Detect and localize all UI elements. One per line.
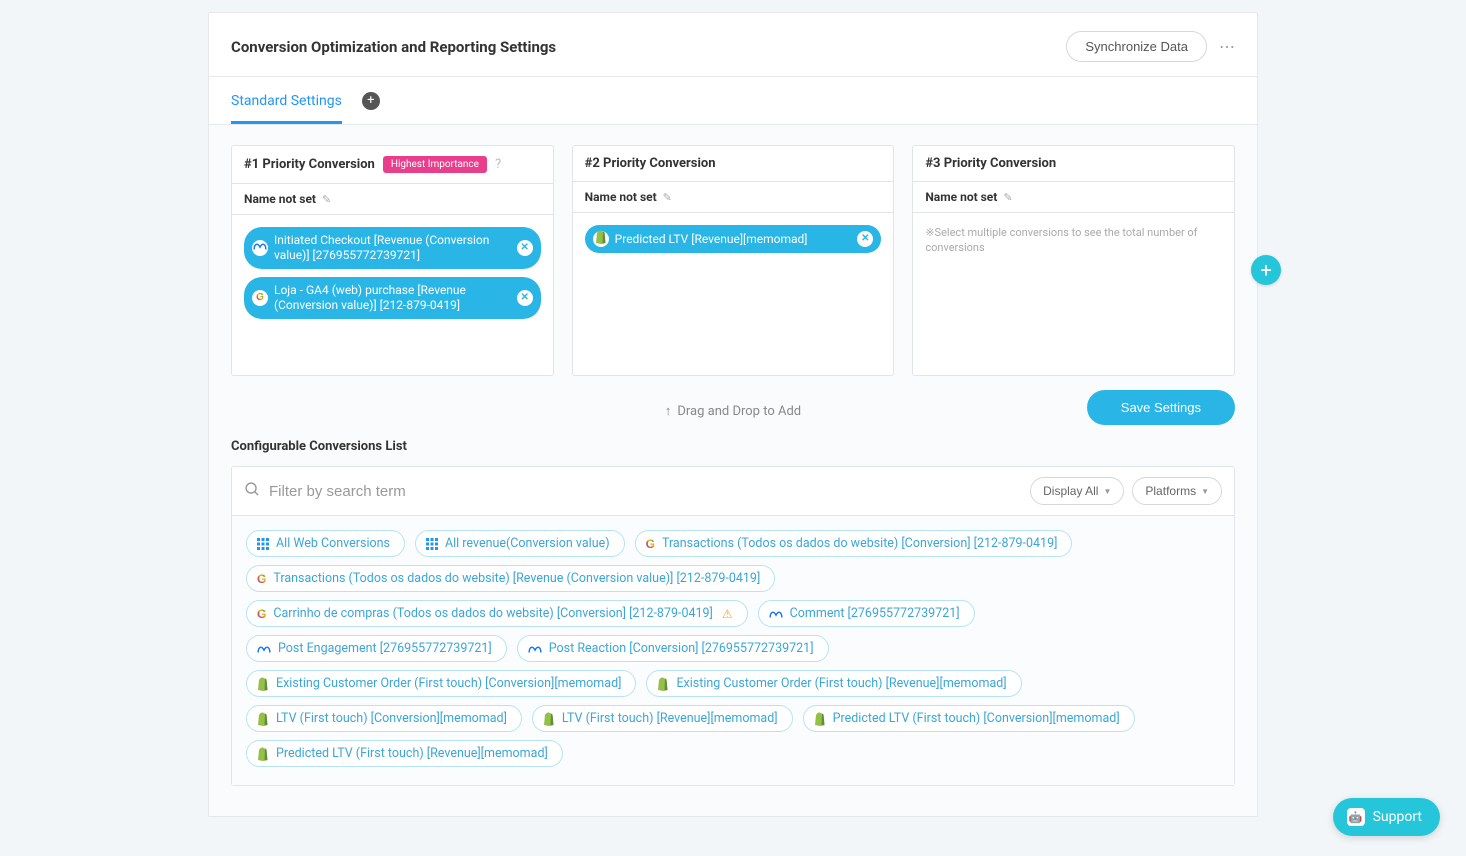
selected-conversion-chip[interactable]: G Loja - GA4 (web) purchase [Revenue (Co…	[244, 277, 541, 319]
plus-icon: +	[1260, 258, 1271, 282]
chip-label: Carrinho de compras (Todos os dados do w…	[273, 606, 713, 621]
priority-dropzone[interactable]: ※Select multiple conversions to see the …	[913, 213, 1234, 373]
add-tab-button[interactable]: +	[362, 92, 380, 110]
chip-label: Loja - GA4 (web) purchase [Revenue (Conv…	[274, 283, 511, 313]
chip-label: Post Engagement [276955772739721]	[278, 641, 492, 656]
shopify-icon	[657, 677, 669, 691]
chip-label: Predicted LTV (First touch) [Revenue][me…	[276, 746, 548, 761]
chip-label: Initiated Checkout [Revenue (Conversion …	[274, 233, 511, 263]
platforms-dropdown[interactable]: Platforms ▼	[1132, 477, 1222, 505]
chip-label: LTV (First touch) [Revenue][memomad]	[562, 711, 778, 726]
conversion-chip[interactable]: LTV (First touch) [Revenue][memomad]	[532, 705, 793, 732]
priority-column: #3 Priority Conversion Name not set ✎ ※S…	[912, 145, 1235, 376]
shopify-icon	[543, 712, 555, 726]
meta-icon	[257, 644, 271, 654]
chip-label: Transactions (Todos os dados do website)…	[273, 571, 760, 586]
edit-icon[interactable]: ✎	[1003, 191, 1012, 204]
help-icon[interactable]: ?	[495, 157, 501, 172]
shopify-icon	[257, 677, 269, 691]
platforms-label: Platforms	[1145, 484, 1196, 498]
shopify-icon	[257, 747, 269, 761]
grid-icon	[257, 538, 269, 550]
conversion-chip[interactable]: Comment [276955772739721]	[758, 600, 975, 627]
priority-column: #1 Priority Conversion Highest Importanc…	[231, 145, 554, 376]
chip-label: Comment [276955772739721]	[790, 606, 960, 621]
selected-conversion-chip[interactable]: Initiated Checkout [Revenue (Conversion …	[244, 227, 541, 269]
chip-label: Predicted LTV (First touch) [Conversion]…	[833, 711, 1120, 726]
chip-label: LTV (First touch) [Conversion][memomad]	[276, 711, 507, 726]
more-icon[interactable]: ⋯	[1219, 37, 1235, 56]
search-icon	[244, 481, 261, 502]
conversion-chip[interactable]: All revenue(Conversion value)	[415, 530, 625, 557]
priority-title: #2 Priority Conversion	[585, 156, 716, 171]
grid-icon	[426, 538, 438, 550]
conversion-chip[interactable]: Post Engagement [276955772739721]	[246, 635, 507, 662]
robot-icon: 🤖	[1347, 808, 1365, 826]
name-label: Name not set	[585, 190, 657, 204]
meta-icon	[769, 609, 783, 619]
warning-icon: ⚠	[722, 607, 733, 621]
priority-dropzone[interactable]: Predicted LTV [Revenue][memomad] ✕	[573, 213, 894, 373]
edit-icon[interactable]: ✎	[663, 191, 672, 204]
conversion-chip[interactable]: Predicted LTV (First touch) [Conversion]…	[803, 705, 1135, 732]
conversion-chip[interactable]: G Transactions (Todos os dados do website…	[246, 565, 775, 592]
remove-chip-button[interactable]: ✕	[517, 290, 533, 306]
plus-icon: +	[367, 93, 374, 108]
conversion-chip[interactable]: LTV (First touch) [Conversion][memomad]	[246, 705, 522, 732]
support-label: Support	[1373, 809, 1422, 825]
save-settings-button[interactable]: Save Settings	[1087, 390, 1235, 425]
meta-icon	[253, 241, 267, 256]
selected-conversion-chip[interactable]: Predicted LTV [Revenue][memomad] ✕	[585, 225, 882, 253]
chip-label: Post Reaction [Conversion] [276955772739…	[549, 641, 814, 656]
priority-dropzone[interactable]: Initiated Checkout [Revenue (Conversion …	[232, 215, 553, 375]
conversion-chip[interactable]: G Carrinho de compras (Todos os dados do …	[246, 600, 748, 627]
priority-column: #2 Priority Conversion Name not set ✎ Pr…	[572, 145, 895, 376]
chevron-down-icon: ▼	[1103, 487, 1111, 496]
name-label: Name not set	[925, 190, 997, 204]
list-title: Configurable Conversions List	[231, 439, 1235, 454]
importance-badge: Highest Importance	[383, 156, 487, 173]
chip-label: All revenue(Conversion value)	[445, 536, 610, 551]
edit-icon[interactable]: ✎	[322, 193, 331, 206]
shopify-icon	[595, 230, 607, 249]
chevron-down-icon: ▼	[1201, 487, 1209, 496]
page-title: Conversion Optimization and Reporting Se…	[231, 38, 556, 56]
meta-icon	[528, 644, 542, 654]
display-all-dropdown[interactable]: Display All ▼	[1030, 477, 1124, 505]
chip-label: Existing Customer Order (First touch) [R…	[676, 676, 1006, 691]
conversion-chip[interactable]: G Transactions (Todos os dados do website…	[635, 530, 1073, 557]
placeholder-text: ※Select multiple conversions to see the …	[925, 226, 1197, 254]
priority-title: #3 Priority Conversion	[925, 156, 1056, 171]
drag-hint: ↑ Drag and Drop to Add	[231, 403, 1235, 419]
google-icon: G	[257, 572, 266, 586]
conversion-chip[interactable]: All Web Conversions	[246, 530, 405, 557]
conversion-chip[interactable]: Existing Customer Order (First touch) [R…	[646, 670, 1021, 697]
tab-standard-settings[interactable]: Standard Settings	[231, 77, 342, 124]
arrow-up-icon: ↑	[665, 403, 672, 419]
remove-chip-button[interactable]: ✕	[517, 240, 533, 256]
google-icon: G	[257, 607, 266, 621]
filter-input[interactable]	[269, 483, 1022, 500]
shopify-icon	[814, 712, 826, 726]
conversion-chip[interactable]: Existing Customer Order (First touch) [C…	[246, 670, 636, 697]
chip-label: Existing Customer Order (First touch) [C…	[276, 676, 621, 691]
google-icon: G	[646, 537, 655, 551]
chip-label: All Web Conversions	[276, 536, 390, 551]
chip-label: Transactions (Todos os dados do website)…	[662, 536, 1057, 551]
display-all-label: Display All	[1043, 484, 1098, 498]
shopify-icon	[257, 712, 269, 726]
add-priority-button[interactable]: +	[1251, 255, 1281, 285]
drag-hint-text: Drag and Drop to Add	[677, 404, 801, 419]
synchronize-button[interactable]: Synchronize Data	[1066, 31, 1207, 62]
google-icon: G	[256, 292, 264, 305]
remove-chip-button[interactable]: ✕	[857, 231, 873, 247]
name-label: Name not set	[244, 192, 316, 206]
conversion-chip[interactable]: Predicted LTV (First touch) [Revenue][me…	[246, 740, 563, 767]
conversion-chip[interactable]: Post Reaction [Conversion] [276955772739…	[517, 635, 829, 662]
chip-label: Predicted LTV [Revenue][memomad]	[615, 232, 808, 247]
priority-title: #1 Priority Conversion	[244, 157, 375, 172]
support-button[interactable]: 🤖 Support	[1333, 798, 1440, 836]
